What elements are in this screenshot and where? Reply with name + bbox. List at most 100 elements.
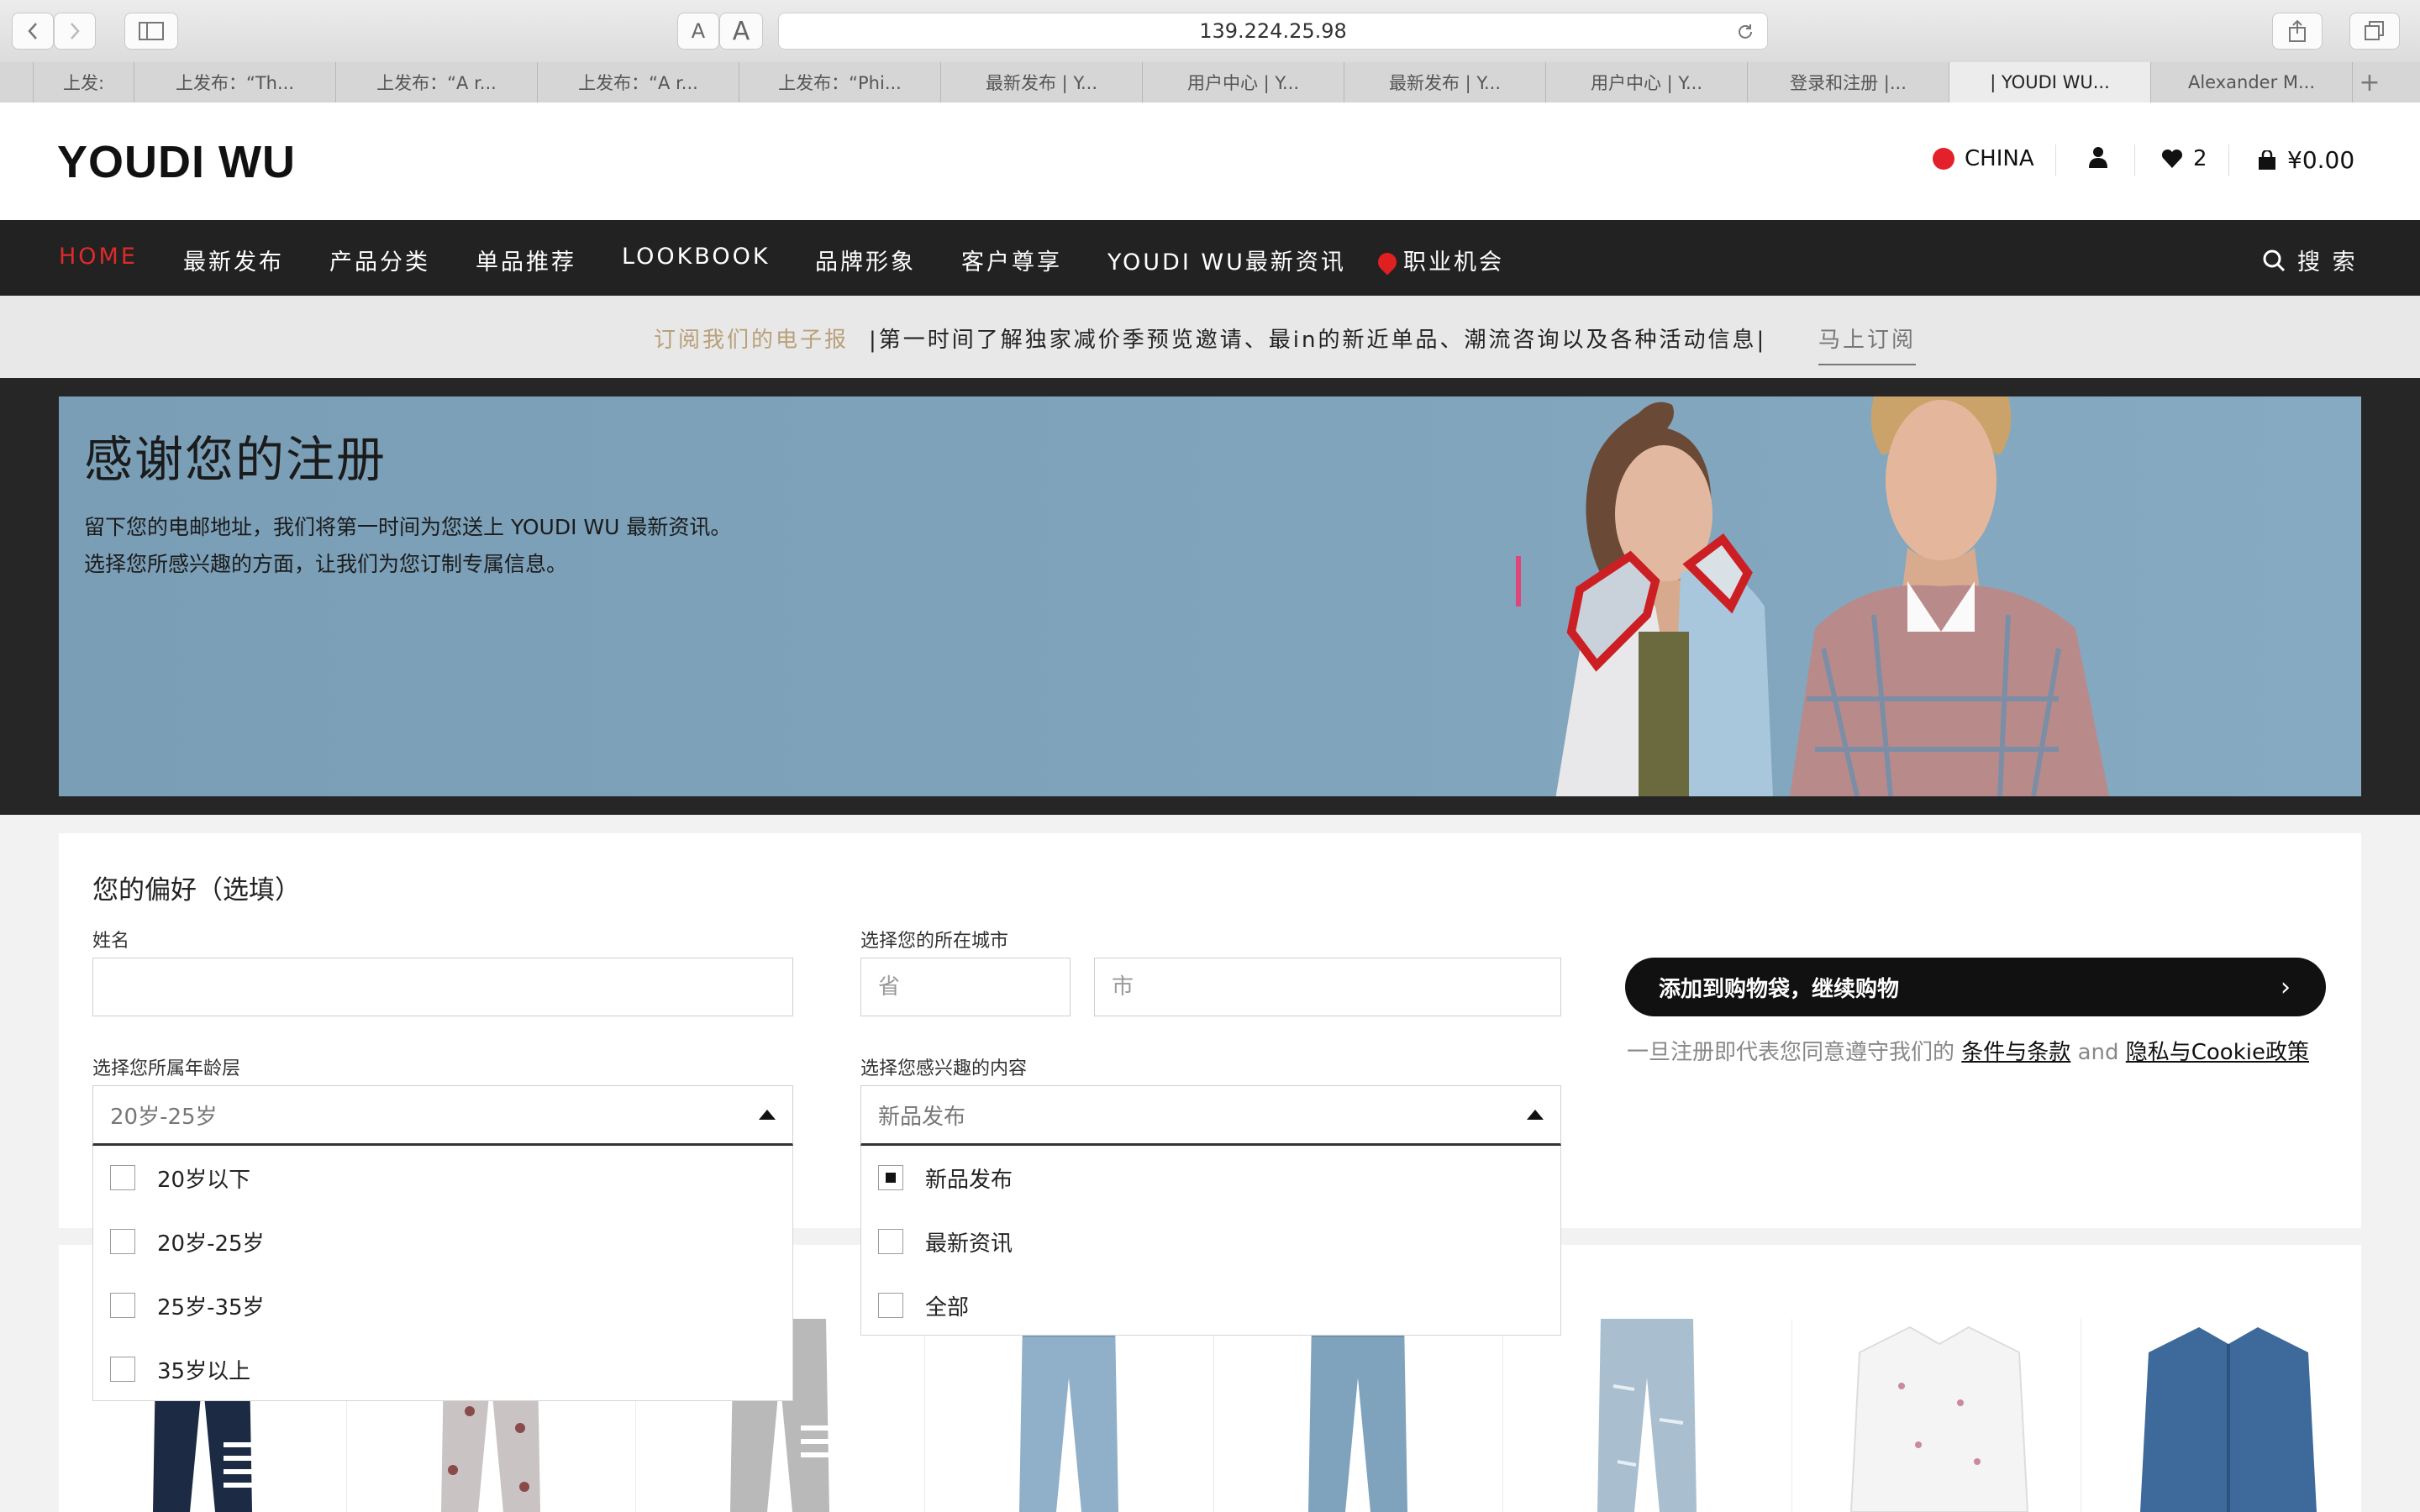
tab[interactable]: 上发布：“A r... <box>336 62 538 102</box>
name-input[interactable] <box>93 958 792 1016</box>
hero-models-image <box>1516 396 2109 796</box>
search-label: 搜 索 <box>2297 249 2358 276</box>
privacy-link[interactable]: 隐私与Cookie政策 <box>2126 1040 2309 1065</box>
interest-label: 选择您感兴趣的内容 <box>860 1058 1028 1079</box>
nav-careers-label: 职业机会 <box>1403 249 1504 276</box>
interest-option[interactable]: 最新资讯 <box>861 1210 1560 1273</box>
nav-lookbook[interactable]: LOOKBOOK <box>622 244 771 270</box>
checkbox[interactable] <box>110 1357 135 1382</box>
hero-section: 感谢您的注册 留下您的电邮地址，我们将第一时间为您送上 YOUDI WU 最新资… <box>0 378 2420 815</box>
new-tab-button[interactable]: + <box>2353 62 2386 102</box>
interest-option-label: 最新资讯 <box>925 1231 1013 1257</box>
nav-careers[interactable]: 职业机会 <box>1374 244 1504 276</box>
nav-vip[interactable]: 客户尊享 <box>961 244 1062 276</box>
denim-shirt-image <box>2140 1327 2317 1512</box>
province-field[interactable] <box>860 958 1071 1016</box>
divider <box>2228 144 2229 176</box>
caret-up-icon <box>759 1110 776 1120</box>
site-header: YOUDI WU CHINA 2 ¥0.00 <box>0 102 2420 220</box>
checkbox[interactable] <box>110 1229 135 1254</box>
tab[interactable]: 上发布：“Th... <box>134 62 336 102</box>
forward-button[interactable] <box>54 13 96 50</box>
product-thumb[interactable] <box>1791 1319 2081 1512</box>
nav-home[interactable]: HOME <box>59 244 138 270</box>
tab[interactable]: 上发布：“A r... <box>538 62 739 102</box>
reload-icon[interactable] <box>1735 22 1755 42</box>
checkbox-checked[interactable] <box>878 1165 903 1190</box>
checkbox[interactable] <box>110 1165 135 1190</box>
age-option[interactable]: 20岁-25岁 <box>93 1210 792 1273</box>
product-thumb[interactable] <box>1213 1319 1503 1512</box>
subscribe-link[interactable]: 马上订阅 <box>1818 323 1917 365</box>
newsletter-bar: 订阅我们的电子报 |第一时间了解独家减价季预览邀请、最in的新近单品、潮流咨询以… <box>0 296 2420 379</box>
nav-categories[interactable]: 产品分类 <box>329 244 430 276</box>
chevron-right-icon: › <box>2281 973 2291 1002</box>
caret-up-icon <box>1527 1110 1544 1120</box>
tabs-overview-button[interactable] <box>2349 13 2400 50</box>
heart-icon <box>2161 149 2183 168</box>
wishlist-button[interactable]: 2 <box>2161 146 2207 171</box>
city-field[interactable] <box>1094 958 1561 1016</box>
tabs-icon <box>2365 21 2384 40</box>
text-smaller-button[interactable]: A <box>677 13 719 50</box>
distressed-jeans-image <box>1597 1319 1697 1512</box>
site-logo[interactable]: YOUDI WU <box>57 136 296 188</box>
sidebar-button[interactable] <box>124 13 178 50</box>
name-field[interactable] <box>92 958 793 1016</box>
divider <box>2055 144 2056 176</box>
product-thumb[interactable] <box>924 1319 1214 1512</box>
interest-option-label: 新品发布 <box>925 1167 1013 1193</box>
tab[interactable]: 用户中心 | Y... <box>1143 62 1344 102</box>
checkbox[interactable] <box>878 1293 903 1318</box>
province-input[interactable] <box>861 958 1070 1016</box>
share-icon <box>2289 19 2306 42</box>
product-thumb[interactable] <box>2081 1319 2362 1512</box>
search-button[interactable]: 搜 索 <box>2262 244 2358 276</box>
region-selector[interactable]: CHINA <box>1933 146 2034 171</box>
interest-option[interactable]: 全部 <box>861 1273 1560 1337</box>
browser-toolbar: A A 139.224.25.98 <box>0 0 2420 63</box>
tab[interactable]: 用户中心 | Y... <box>1546 62 1748 102</box>
checkbox[interactable] <box>878 1229 903 1254</box>
age-option-label: 35岁以上 <box>157 1358 251 1384</box>
nav-featured[interactable]: 单品推荐 <box>476 244 576 276</box>
tab[interactable]: 上发: <box>34 62 134 102</box>
jeans-image <box>1019 1319 1118 1512</box>
name-label: 姓名 <box>92 931 130 952</box>
hero-line-2: 选择您所感兴趣的方面，让我们为您订制专属信息。 <box>84 552 568 576</box>
terms-link[interactable]: 条件与条款 <box>1961 1040 2070 1065</box>
age-option[interactable]: 25岁-35岁 <box>93 1273 792 1337</box>
text-larger-button[interactable]: A <box>719 13 763 50</box>
tab-active[interactable]: | YOUDI WU... <box>1949 62 2151 102</box>
nav-news[interactable]: YOUDI WU最新资讯 <box>1107 244 1346 276</box>
tab[interactable]: 最新发布 | Y... <box>1344 62 1546 102</box>
tab[interactable]: Alexander M... <box>2151 62 2353 102</box>
tab[interactable]: 登录和注册 |... <box>1748 62 1949 102</box>
interest-dropdown-list: 新品发布 最新资讯 全部 <box>860 1146 1561 1336</box>
interest-select-value: 新品发布 <box>878 1104 966 1130</box>
age-option[interactable]: 20岁以下 <box>93 1146 792 1210</box>
product-thumb[interactable] <box>1502 1319 1792 1512</box>
main-nav: HOME 最新发布 产品分类 单品推荐 LOOKBOOK 品牌形象 客户尊享 Y… <box>0 220 2420 296</box>
tab[interactable]: 最新发布 | Y... <box>941 62 1143 102</box>
share-button[interactable] <box>2272 13 2323 50</box>
interest-select[interactable]: 新品发布 <box>860 1085 1561 1146</box>
nav-new-releases[interactable]: 最新发布 <box>183 244 284 276</box>
nav-brand[interactable]: 品牌形象 <box>815 244 916 276</box>
city-input[interactable] <box>1095 958 1560 1016</box>
tab[interactable]: 上发布：“Phi... <box>739 62 941 102</box>
age-select[interactable]: 20岁-25岁 <box>92 1085 793 1146</box>
address-bar[interactable]: 139.224.25.98 <box>778 13 1768 50</box>
checkbox[interactable] <box>110 1293 135 1318</box>
interest-option[interactable]: 新品发布 <box>861 1146 1560 1210</box>
jeans-image <box>1308 1319 1407 1512</box>
account-button[interactable] <box>2089 146 2107 168</box>
back-button[interactable] <box>12 13 54 50</box>
sidebar-icon <box>139 22 164 40</box>
age-option[interactable]: 35岁以上 <box>93 1337 792 1401</box>
add-to-bag-button[interactable]: 添加到购物袋，继续购物 › <box>1625 958 2326 1016</box>
hero-title: 感谢您的注册 <box>84 431 387 488</box>
location-pin-icon <box>1374 249 1401 276</box>
tab-pinned[interactable] <box>0 62 34 102</box>
cart-button[interactable]: ¥0.00 <box>2257 146 2354 174</box>
